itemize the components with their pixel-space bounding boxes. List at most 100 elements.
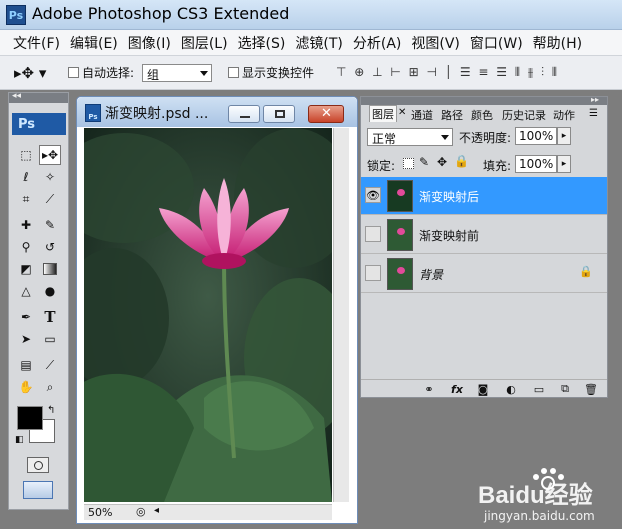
auto-select-dropdown[interactable]: 组	[142, 64, 212, 82]
lasso-tool-icon[interactable]: ℓ	[15, 167, 37, 187]
eraser-tool-icon[interactable]: ◩	[15, 259, 37, 279]
menu-filter[interactable]: 滤镜(T)	[290, 33, 347, 53]
menu-file[interactable]: 文件(F)	[8, 33, 65, 53]
tab-channels[interactable]: 通道	[409, 107, 435, 122]
tab-layers[interactable]: 图层	[369, 105, 397, 122]
image-canvas[interactable]	[84, 128, 332, 502]
visibility-eye-icon[interactable]: 👁	[365, 187, 381, 203]
magic-wand-tool-icon[interactable]: ✧	[39, 167, 61, 187]
tab-color[interactable]: 颜色	[469, 107, 495, 122]
tab-actions[interactable]: 动作	[551, 107, 577, 122]
fill-label: 填充:	[483, 159, 512, 173]
maximize-button[interactable]	[263, 105, 295, 123]
toolbox-ps-logo: Ps	[12, 113, 66, 135]
status-menu-icon[interactable]: ◎	[136, 505, 146, 518]
opacity-field[interactable]: 100%	[515, 127, 557, 145]
hand-tool-icon[interactable]: ✋	[15, 377, 37, 397]
auto-select-checkbox[interactable]	[68, 67, 79, 78]
screen-mode-icon[interactable]	[23, 481, 53, 499]
gradient-tool-icon[interactable]	[39, 259, 61, 279]
toolbox: ◂◂ Ps ⬚ ▸✥ ℓ ✧ ⌗ ⟋ ✚ ✎ ⚲ ↺ ◩ △ ● ✒ T ➤ ▭…	[8, 91, 69, 510]
blur-tool-icon[interactable]: △	[15, 281, 37, 301]
move-tool-icon[interactable]: ▸✥	[39, 145, 61, 165]
panel-collapse-icon[interactable]: ▸▸	[591, 95, 599, 104]
fill-slider-button[interactable]: ▸	[557, 155, 571, 173]
clone-stamp-tool-icon[interactable]: ⚲	[15, 237, 37, 257]
rectangle-tool-icon[interactable]: ▭	[39, 329, 61, 349]
opacity-label: 不透明度:	[459, 131, 512, 145]
foreground-color-swatch[interactable]	[17, 406, 43, 430]
chevron-down-icon	[441, 135, 449, 140]
dodge-tool-icon[interactable]: ●	[39, 281, 61, 301]
crop-tool-icon[interactable]: ⌗	[15, 189, 37, 209]
history-brush-tool-icon[interactable]: ↺	[39, 237, 61, 257]
layer-row-gradient-map-after[interactable]: 👁 渐变映射后	[361, 177, 607, 215]
watermark-url: jingyan.baidu.com	[484, 509, 595, 523]
brush-tool-icon[interactable]: ✎	[39, 215, 61, 235]
blend-mode-value: 正常	[372, 132, 397, 146]
delete-layer-icon[interactable]: 🗑	[583, 382, 599, 396]
visibility-toggle[interactable]	[365, 265, 381, 281]
toolbox-collapse-handle[interactable]: ◂◂	[9, 91, 68, 103]
menu-analysis[interactable]: 分析(A)	[348, 33, 407, 53]
zoom-tool-icon[interactable]: ⌕	[39, 377, 61, 397]
document-title-bar[interactable]: Ps 渐变映射.psd ... ✕	[77, 97, 357, 127]
new-group-icon[interactable]: ▭	[531, 382, 547, 396]
auto-select-value: 组	[147, 68, 160, 82]
lock-all-icon[interactable]: 🔒	[454, 154, 469, 168]
healing-brush-tool-icon[interactable]: ✚	[15, 215, 37, 235]
lotus-image	[84, 128, 332, 502]
type-tool-icon[interactable]: T	[39, 307, 61, 327]
notes-tool-icon[interactable]: ▤	[15, 355, 37, 375]
adjustment-layer-icon[interactable]: ◐	[503, 382, 519, 396]
status-scroll-arrow-icon[interactable]: ◂	[154, 505, 159, 516]
layer-name[interactable]: 渐变映射前	[419, 227, 479, 244]
color-sampler-tool-icon[interactable]: ⟋	[39, 355, 61, 375]
close-button[interactable]: ✕	[308, 105, 344, 123]
layer-style-icon[interactable]: fx	[449, 382, 465, 396]
lock-transparent-icon[interactable]	[403, 158, 414, 169]
fill-field[interactable]: 100%	[515, 155, 557, 173]
opacity-slider-button[interactable]: ▸	[557, 127, 571, 145]
zoom-level[interactable]: 50%	[88, 506, 112, 519]
menu-layer[interactable]: 图层(L)	[176, 33, 233, 53]
menu-help[interactable]: 帮助(H)	[528, 33, 587, 53]
layer-mask-icon[interactable]: ◙	[475, 382, 491, 396]
new-layer-icon[interactable]: ⧉	[557, 382, 573, 396]
lock-position-icon[interactable]: ✥	[437, 155, 447, 169]
layer-name[interactable]: 背景	[419, 266, 443, 283]
quick-mask-icon[interactable]	[27, 457, 49, 473]
psd-file-icon: Ps	[85, 104, 101, 122]
blend-mode-dropdown[interactable]: 正常	[367, 128, 453, 146]
minimize-button[interactable]	[228, 105, 260, 123]
menu-view[interactable]: 视图(V)	[406, 33, 465, 53]
lock-label: 锁定:	[367, 159, 396, 173]
tab-close-icon[interactable]: ✕	[398, 107, 406, 118]
visibility-toggle[interactable]	[365, 226, 381, 242]
tab-paths[interactable]: 路径	[439, 107, 465, 122]
move-tool-preset-icon[interactable]: ▸✥ ▾	[14, 64, 48, 82]
swap-colors-icon[interactable]: ↰	[47, 405, 55, 416]
marquee-tool-icon[interactable]: ⬚	[15, 145, 37, 165]
menu-image[interactable]: 图像(I)	[123, 33, 176, 53]
lock-icon: 🔒	[579, 265, 593, 278]
layer-row-background[interactable]: 背景 🔒	[361, 255, 607, 293]
layer-name[interactable]: 渐变映射后	[419, 188, 479, 205]
pen-tool-icon[interactable]: ✒	[15, 307, 37, 327]
link-layers-icon[interactable]: ⚭	[421, 382, 437, 396]
path-selection-tool-icon[interactable]: ➤	[15, 329, 37, 349]
menu-select[interactable]: 选择(S)	[233, 33, 291, 53]
menu-window[interactable]: 窗口(W)	[465, 33, 528, 53]
show-transform-checkbox[interactable]	[228, 67, 239, 78]
menu-edit[interactable]: 编辑(E)	[65, 33, 123, 53]
layers-panel: ▸▸ 图层 ✕ 通道 路径 颜色 历史记录 动作 ☰ 正常 不透明度: 100%…	[360, 95, 608, 398]
lock-pixels-icon[interactable]: ✎	[419, 155, 429, 169]
layer-row-gradient-map-before[interactable]: 渐变映射前	[361, 216, 607, 254]
align-icons-group[interactable]: ⊤ ⊕ ⊥ ⊢ ⊞ ⊣ │ ☰ ≡ ☰ ⫴ ⫵ ⫶ ⫴	[336, 65, 622, 81]
menu-bar: 文件(F) 编辑(E) 图像(I) 图层(L) 选择(S) 滤镜(T) 分析(A…	[0, 30, 622, 56]
eyedropper-tool-icon[interactable]: ⟋	[39, 189, 61, 209]
default-colors-icon[interactable]: ◧	[15, 435, 24, 445]
vertical-scrollbar[interactable]	[333, 128, 349, 502]
panel-menu-icon[interactable]: ☰	[589, 108, 598, 119]
tab-history[interactable]: 历史记录	[500, 107, 548, 122]
